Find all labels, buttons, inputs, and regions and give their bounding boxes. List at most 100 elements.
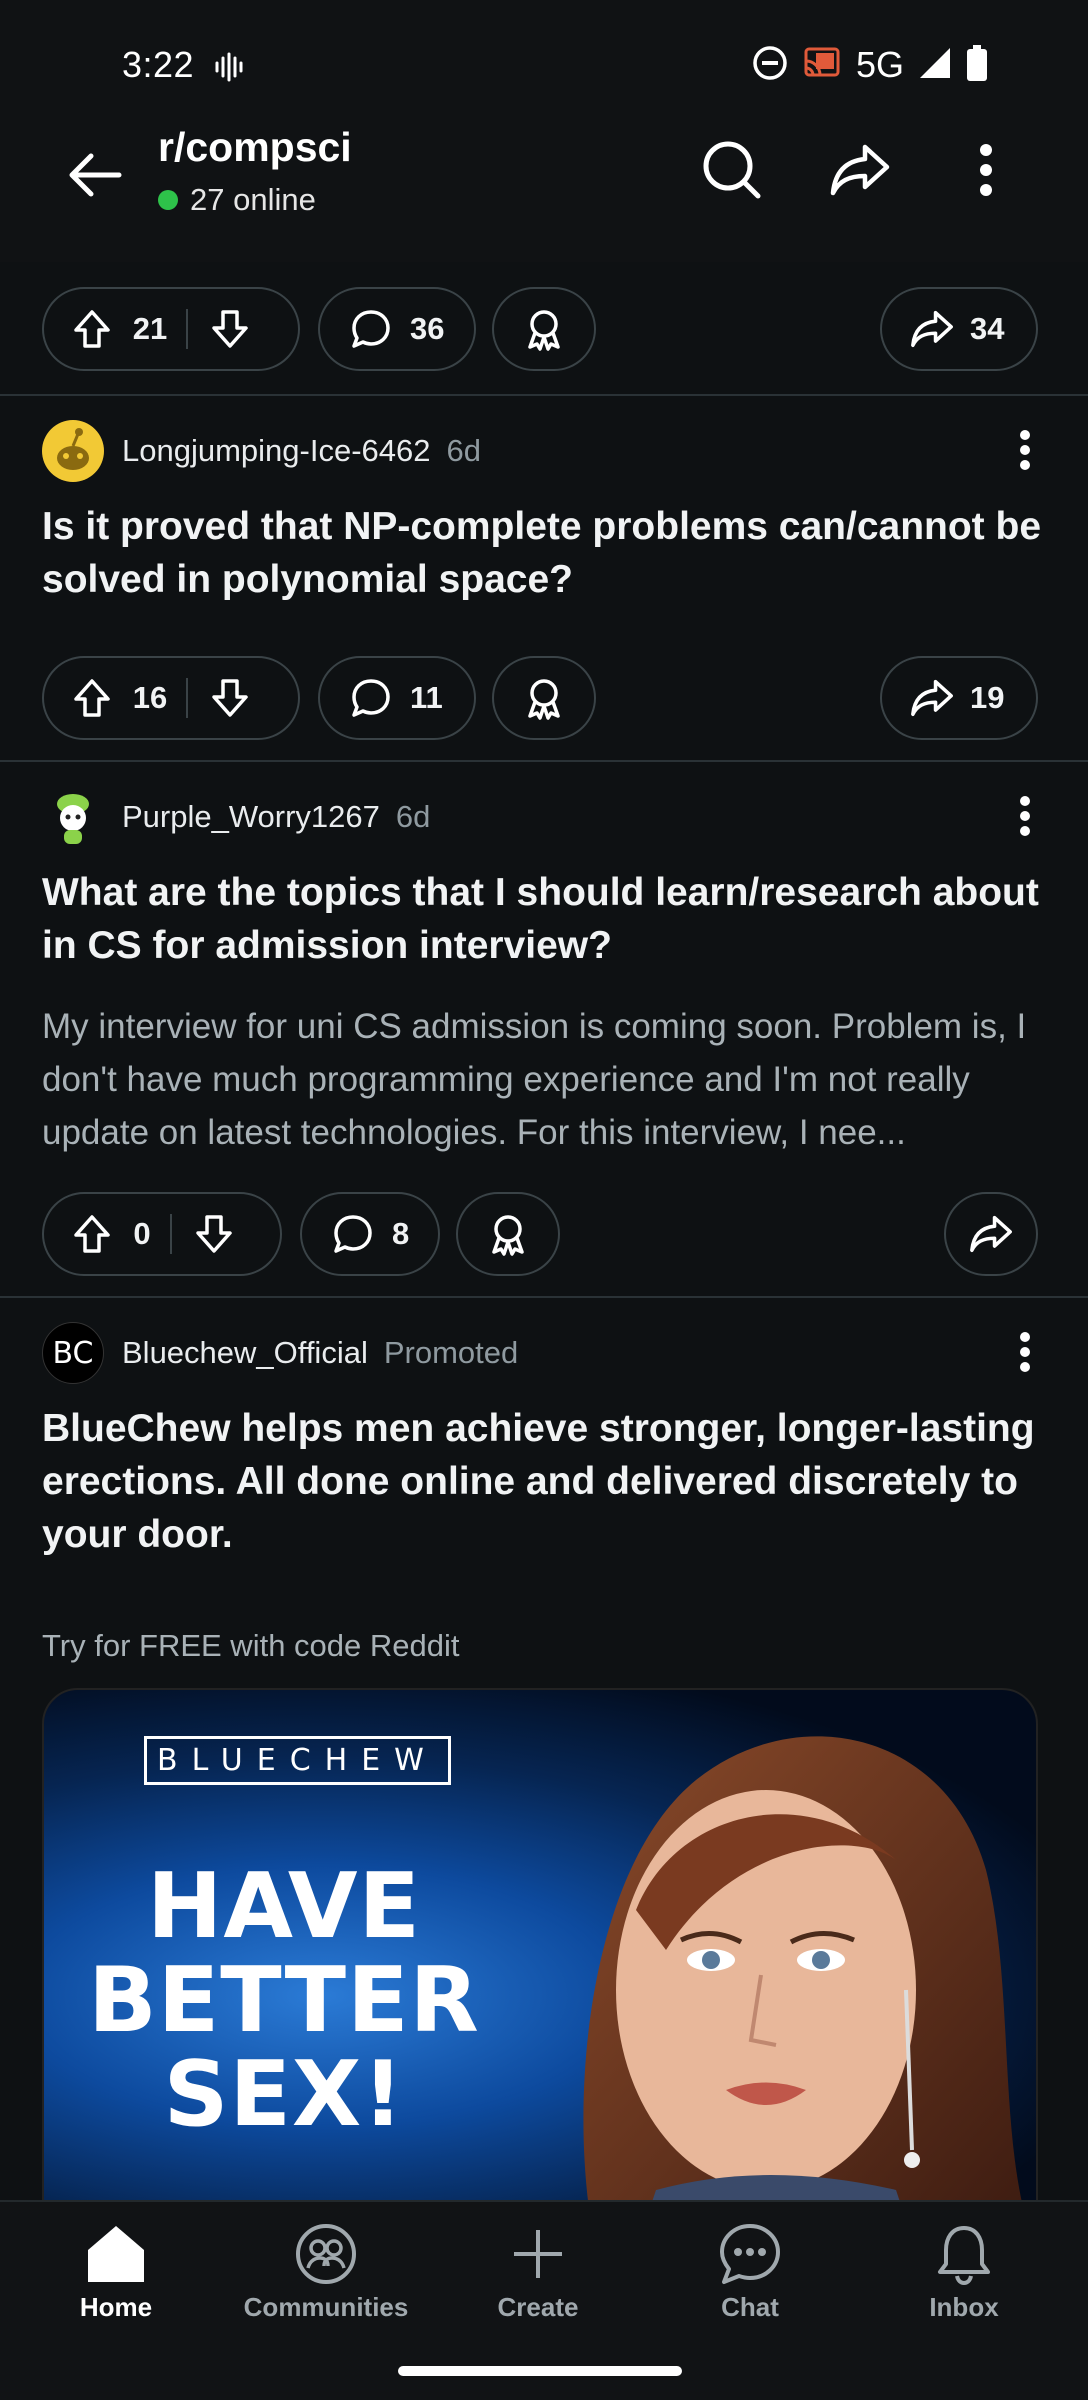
post-title[interactable]: BlueChew helps men achieve stronger, lon… (42, 1402, 1042, 1561)
nav-label: Inbox (929, 2292, 999, 2322)
share-subreddit-button[interactable] (820, 130, 900, 210)
home-icon (88, 2226, 144, 2282)
nav-label: Create (497, 2292, 579, 2322)
post-title[interactable]: Is it proved that NP-complete problems c… (42, 500, 1042, 606)
comments-button[interactable]: 11 (318, 656, 476, 740)
ad-image-headline: HAVE BETTER SEX! (88, 1854, 480, 2147)
post-body-preview[interactable]: My interview for uni CS admission is com… (42, 1000, 1042, 1159)
arrow-down-icon (196, 1215, 232, 1253)
downvote-button[interactable] (210, 678, 250, 718)
home-gesture-bar[interactable] (398, 2366, 682, 2376)
search-button[interactable] (692, 130, 772, 210)
avatar[interactable] (42, 420, 104, 482)
search-icon (703, 141, 761, 199)
share-icon (910, 307, 954, 351)
award-button[interactable] (456, 1192, 560, 1276)
more-vertical-icon (1020, 796, 1030, 836)
more-vertical-icon (1020, 1332, 1030, 1372)
plus-icon (514, 2230, 562, 2278)
share-icon (910, 676, 954, 720)
status-icons: 5G (752, 44, 988, 86)
arrow-left-icon (69, 153, 122, 197)
status-time: 3:22 (122, 44, 195, 85)
share-count: 19 (970, 680, 1005, 715)
nav-inbox[interactable]: Inbox (874, 2222, 1054, 2323)
post-age: 6d (446, 433, 481, 468)
nav-label: Chat (721, 2292, 779, 2322)
avatar[interactable] (42, 786, 104, 848)
share-button[interactable] (944, 1192, 1038, 1276)
comments-button[interactable]: 8 (300, 1192, 440, 1276)
post-feed: 21 36 34 Longjumping-Ice-6462 6d Is it p… (0, 262, 1088, 2258)
share-icon (830, 144, 890, 196)
post-meta: BC Bluechew_Official Promoted (42, 1322, 518, 1384)
share-button[interactable]: 19 (880, 656, 1038, 740)
vote-control: 16 (42, 656, 300, 740)
subreddit-name[interactable]: r/compsci (158, 124, 352, 171)
post-more-button[interactable] (1000, 1322, 1050, 1382)
upvote-count: 0 (133, 1216, 151, 1251)
promoted-post-card[interactable]: BC Bluechew_Official Promoted BlueChew h… (0, 1298, 1088, 2258)
award-icon (486, 1212, 530, 1256)
nav-chat[interactable]: Chat (660, 2222, 840, 2323)
award-button[interactable] (492, 287, 596, 371)
post-card[interactable]: Purple_Worry1267 6d What are the topics … (0, 762, 1088, 1298)
arrow-up-icon (74, 1215, 110, 1253)
dnd-icon (752, 45, 788, 86)
comment-icon (350, 308, 392, 350)
post-title[interactable]: What are the topics that I should learn/… (42, 866, 1042, 972)
nav-communities[interactable]: Communities (236, 2222, 416, 2323)
subreddit-header: r/compsci 27 online (0, 110, 1088, 262)
ad-model-photo (583, 1736, 1035, 2246)
promoted-tag: Promoted (383, 1335, 519, 1370)
vote-divider (186, 678, 188, 718)
post-more-button[interactable] (1000, 420, 1050, 480)
screen: 3:22 5G r/compsci 27 online 21 36 34 Lon… (0, 0, 1088, 2400)
arrow-down-icon (212, 679, 248, 717)
post-card: 21 36 34 (0, 262, 1088, 396)
downvote-button[interactable] (210, 309, 250, 349)
nav-home[interactable]: Home (26, 2222, 206, 2323)
nav-create[interactable]: Create (448, 2222, 628, 2323)
online-count: 27 online (190, 182, 316, 217)
award-button[interactable] (492, 656, 596, 740)
downvote-button[interactable] (194, 1214, 234, 1254)
bell-icon (938, 2226, 990, 2286)
award-icon (522, 307, 566, 351)
share-button[interactable]: 34 (880, 287, 1038, 371)
overflow-menu-button[interactable] (946, 130, 1026, 210)
arrow-up-icon (74, 679, 110, 717)
arrow-up-icon (74, 310, 110, 348)
post-card[interactable]: Longjumping-Ice-6462 6d Is it proved tha… (0, 396, 1088, 762)
online-indicator: 27 online (158, 182, 316, 218)
post-age: 6d (395, 799, 431, 834)
avatar-initials: BC (52, 1335, 94, 1371)
chat-icon (720, 2224, 780, 2284)
comment-icon (332, 1213, 374, 1255)
post-author[interactable]: Longjumping-Ice-6462 (122, 433, 431, 469)
comment-count: 11 (410, 680, 443, 715)
post-author[interactable]: Purple_Worry1267 (122, 799, 380, 835)
share-icon (969, 1212, 1013, 1256)
vote-divider (170, 1214, 172, 1254)
snoo-avatar-icon (57, 794, 89, 844)
share-count: 34 (970, 311, 1005, 346)
post-more-button[interactable] (1000, 786, 1050, 846)
comment-count: 8 (392, 1216, 410, 1251)
arrow-down-icon (212, 310, 248, 348)
upvote-count: 16 (132, 680, 168, 715)
more-vertical-icon (980, 144, 992, 196)
post-author[interactable]: Bluechew_Official (122, 1335, 368, 1371)
vote-control: 0 (42, 1192, 282, 1276)
communities-icon (296, 2224, 356, 2284)
nav-label: Communities (243, 2292, 409, 2322)
upvote-count: 21 (132, 311, 168, 346)
avatar[interactable]: BC (42, 1322, 104, 1384)
upvote-button[interactable] (72, 678, 112, 718)
snoo-avatar-icon (57, 428, 89, 470)
upvote-button[interactable] (72, 1214, 112, 1254)
upvote-button[interactable] (72, 309, 112, 349)
ad-image[interactable]: BLUECHEW HAVE BETTER SEX! (42, 1688, 1038, 2248)
back-button[interactable] (60, 140, 130, 210)
comments-button[interactable]: 36 (318, 287, 476, 371)
